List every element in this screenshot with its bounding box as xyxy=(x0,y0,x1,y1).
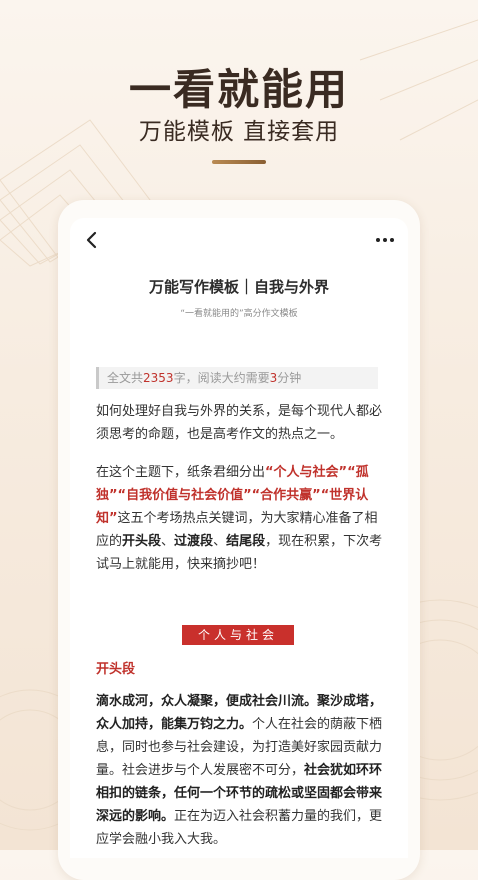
hero-title: 一看就能用 xyxy=(128,65,349,114)
topic-paragraph: 在这个主题下，纸条君细分出“个人与社会”“孤独”“自我价值与社会价值”“合作共赢… xyxy=(96,461,386,576)
section-tag: 个人与社会 xyxy=(182,625,294,645)
reading-info-bar: 全文共2353字，阅读大约需要3分钟 xyxy=(96,367,378,389)
read-info-middle: 字，阅读大约需要 xyxy=(173,371,270,385)
topic-text-c: 、 xyxy=(161,534,175,549)
word-count: 2353 xyxy=(143,371,174,385)
read-info-suffix: 分钟 xyxy=(277,371,302,385)
article-title: 万能写作模板｜自我与外界 xyxy=(148,278,329,296)
article-subtitle: “一看就能用的”高分作文模板 xyxy=(180,309,298,319)
topic-text-d: 、 xyxy=(213,534,227,549)
article-screen[interactable]: 万能写作模板｜自我与外界 “一看就能用的”高分作文模板 全文共2353字，阅读大… xyxy=(70,218,408,858)
keyword-ending: 结尾段 xyxy=(226,534,266,549)
opening-paragraph: 滴水成河，众人凝聚，便成社会川流。聚沙成塔，众人加持，能集万钧之力。个人在社会的… xyxy=(96,690,386,851)
hero-subtitle: 万能模板 直接套用 xyxy=(138,119,340,145)
read-info-prefix: 全文共 xyxy=(107,371,144,385)
topic-text-a: 在这个主题下，纸条君细分出 xyxy=(96,465,266,480)
chevron-left-icon[interactable] xyxy=(80,228,104,252)
sub-heading-opening: 开头段 xyxy=(96,662,136,677)
more-dots-icon[interactable] xyxy=(374,234,396,246)
intro-paragraph: 如何处理好自我与外界的关系，是每个现代人都必须思考的命题，也是高考作文的热点之一… xyxy=(96,404,383,442)
keyword-transition: 过渡段 xyxy=(174,534,214,549)
hero-divider xyxy=(212,160,266,164)
keyword-opening: 开头段 xyxy=(122,534,162,549)
